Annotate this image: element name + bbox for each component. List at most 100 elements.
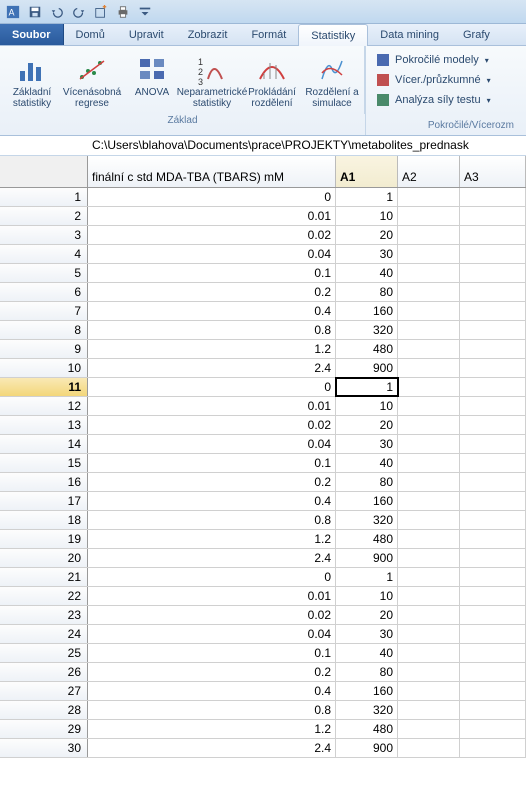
cell[interactable]: 2.4	[88, 549, 336, 567]
cell[interactable]: 900	[336, 359, 398, 377]
cell[interactable]: 30	[336, 245, 398, 263]
cell[interactable]	[398, 435, 460, 453]
cell[interactable]: 80	[336, 663, 398, 681]
cell[interactable]: 320	[336, 701, 398, 719]
table-row[interactable]: 160.280	[0, 473, 526, 492]
cell[interactable]	[398, 397, 460, 415]
cell[interactable]: 40	[336, 644, 398, 662]
header-corner[interactable]	[0, 156, 88, 187]
save-icon[interactable]	[26, 3, 44, 21]
table-row[interactable]: 30.0220	[0, 226, 526, 245]
cell[interactable]	[398, 188, 460, 206]
cell[interactable]	[460, 378, 526, 396]
table-row[interactable]: 220.0110	[0, 587, 526, 606]
cell[interactable]	[460, 663, 526, 681]
column-header-a1[interactable]: A1	[336, 156, 398, 187]
cell[interactable]	[398, 739, 460, 757]
cell[interactable]: 0	[88, 188, 336, 206]
table-row[interactable]: 202.4900	[0, 549, 526, 568]
cell[interactable]	[398, 644, 460, 662]
table-row[interactable]: 150.140	[0, 454, 526, 473]
cell[interactable]: 0.2	[88, 663, 336, 681]
table-row[interactable]: 140.0430	[0, 435, 526, 454]
row-header[interactable]: 29	[0, 720, 88, 738]
menu-formát[interactable]: Formát	[239, 24, 298, 45]
cell[interactable]: 320	[336, 321, 398, 339]
cell[interactable]: 0.04	[88, 625, 336, 643]
cell[interactable]: 320	[336, 511, 398, 529]
print-icon[interactable]	[114, 3, 132, 21]
ribbon-power-menu[interactable]: Analýza síly testu	[372, 90, 520, 110]
cell[interactable]: 0.04	[88, 435, 336, 453]
cell[interactable]	[398, 720, 460, 738]
row-header[interactable]: 30	[0, 739, 88, 757]
cell[interactable]: 160	[336, 302, 398, 320]
data-grid[interactable]: 10120.011030.022040.043050.14060.28070.4…	[0, 188, 526, 758]
menu-zobrazit[interactable]: Zobrazit	[176, 24, 240, 45]
cell[interactable]: 30	[336, 435, 398, 453]
cell[interactable]	[460, 587, 526, 605]
cell[interactable]	[460, 207, 526, 225]
cell[interactable]	[460, 435, 526, 453]
cell[interactable]: 2.4	[88, 739, 336, 757]
cell[interactable]: 0.01	[88, 397, 336, 415]
row-header[interactable]: 1	[0, 188, 88, 206]
row-header[interactable]: 12	[0, 397, 88, 415]
table-row[interactable]: 191.2480	[0, 530, 526, 549]
table-row[interactable]: 120.0110	[0, 397, 526, 416]
cell[interactable]: 2.4	[88, 359, 336, 377]
cell[interactable]	[460, 701, 526, 719]
row-header[interactable]: 15	[0, 454, 88, 472]
table-row[interactable]: 102.4900	[0, 359, 526, 378]
cell[interactable]: 0.8	[88, 701, 336, 719]
cell[interactable]	[460, 454, 526, 472]
cell[interactable]	[460, 644, 526, 662]
cell[interactable]: 10	[336, 397, 398, 415]
ribbon-anova-button[interactable]: ANOVA	[122, 50, 182, 101]
menu-grafy[interactable]: Grafy	[451, 24, 502, 45]
cell[interactable]	[398, 207, 460, 225]
cell[interactable]: 20	[336, 416, 398, 434]
ribbon-multi-menu[interactable]: Vícer./průzkumné	[372, 70, 520, 90]
cell[interactable]: 480	[336, 530, 398, 548]
row-header[interactable]: 6	[0, 283, 88, 301]
table-row[interactable]: 170.4160	[0, 492, 526, 511]
cell[interactable]: 160	[336, 492, 398, 510]
table-row[interactable]: 180.8320	[0, 511, 526, 530]
cell[interactable]: 900	[336, 739, 398, 757]
row-header[interactable]: 21	[0, 568, 88, 586]
cell[interactable]: 30	[336, 625, 398, 643]
cell[interactable]	[460, 682, 526, 700]
menu-upravit[interactable]: Upravit	[117, 24, 176, 45]
cell[interactable]	[398, 587, 460, 605]
row-header[interactable]: 5	[0, 264, 88, 282]
cell[interactable]: 0.04	[88, 245, 336, 263]
cell[interactable]: 0.2	[88, 473, 336, 491]
table-row[interactable]: 20.0110	[0, 207, 526, 226]
cell[interactable]	[398, 701, 460, 719]
cell[interactable]: 160	[336, 682, 398, 700]
cell[interactable]: 0.01	[88, 207, 336, 225]
cell[interactable]: 20	[336, 226, 398, 244]
row-header[interactable]: 11	[0, 378, 88, 396]
cell[interactable]	[398, 264, 460, 282]
row-header[interactable]: 9	[0, 340, 88, 358]
cell[interactable]: 480	[336, 340, 398, 358]
column-header-a2[interactable]: A2	[398, 156, 460, 187]
cell[interactable]	[398, 340, 460, 358]
cell[interactable]	[398, 321, 460, 339]
cell[interactable]: 0	[88, 378, 336, 396]
app-logo-icon[interactable]: A	[4, 3, 22, 21]
cell[interactable]	[398, 682, 460, 700]
cell[interactable]	[460, 511, 526, 529]
menu-data mining[interactable]: Data mining	[368, 24, 451, 45]
row-header[interactable]: 20	[0, 549, 88, 567]
menu-statistiky[interactable]: Statistiky	[298, 24, 368, 46]
cell[interactable]: 80	[336, 283, 398, 301]
cell[interactable]: 40	[336, 264, 398, 282]
row-header[interactable]: 8	[0, 321, 88, 339]
row-header[interactable]: 22	[0, 587, 88, 605]
menu-file[interactable]: Soubor	[0, 24, 64, 45]
table-row[interactable]: 60.280	[0, 283, 526, 302]
row-header[interactable]: 19	[0, 530, 88, 548]
